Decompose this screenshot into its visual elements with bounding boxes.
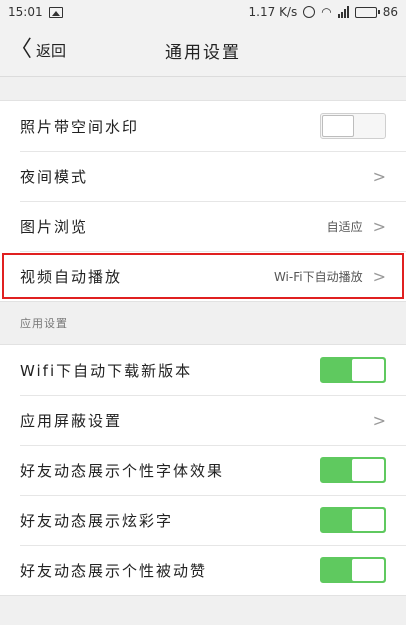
setting-label: 夜间模式 xyxy=(20,167,89,186)
setting-label: 好友动态展示个性字体效果 xyxy=(20,461,225,480)
setting-value: 自适应 xyxy=(326,219,363,234)
back-label: 返回 xyxy=(36,41,67,60)
setting-custom-font[interactable]: 好友动态展示个性字体效果 xyxy=(0,445,406,495)
setting-label: 好友动态展示个性被动赞 xyxy=(20,561,208,580)
image-notification-icon xyxy=(48,6,63,18)
photo-watermark-toggle[interactable] xyxy=(320,113,386,139)
battery-level: 86 xyxy=(382,5,398,19)
chevron-right-icon: > xyxy=(372,266,386,286)
setting-color-text[interactable]: 好友动态展示炫彩字 xyxy=(0,495,406,545)
setting-wifi-auto-download[interactable]: Wifi下自动下载新版本 xyxy=(0,345,406,395)
setting-passive-like[interactable]: 好友动态展示个性被动赞 xyxy=(0,545,406,595)
color-text-toggle[interactable] xyxy=(320,507,386,533)
status-bar: 15:01 1.17 K/s ◠ 86 xyxy=(0,0,406,24)
setting-label: 视频自动播放 xyxy=(20,267,123,286)
setting-app-block[interactable]: 应用屏蔽设置 > xyxy=(0,395,406,445)
row-right: Wi-Fi下自动播放 > xyxy=(274,267,386,286)
setting-label: Wifi下自动下载新版本 xyxy=(20,361,193,380)
status-left: 15:01 xyxy=(8,5,63,19)
spacer xyxy=(0,77,406,100)
settings-group-app: Wifi下自动下载新版本 应用屏蔽设置 > 好友动态展示个性字体效果 好友动态展… xyxy=(0,344,406,596)
setting-label: 好友动态展示炫彩字 xyxy=(20,511,174,530)
chevron-right-icon: > xyxy=(372,410,386,430)
chevron-right-icon: > xyxy=(372,216,386,236)
network-speed: 1.17 K/s xyxy=(248,5,298,19)
setting-image-browsing[interactable]: 图片浏览 自适应 > xyxy=(0,201,406,251)
custom-font-toggle[interactable] xyxy=(320,457,386,483)
signal-icon xyxy=(337,6,349,18)
battery-icon xyxy=(354,6,380,18)
row-right: > xyxy=(373,411,386,430)
back-button[interactable]: 〈 返回 xyxy=(10,24,66,76)
alarm-icon xyxy=(303,6,316,18)
setting-video-autoplay[interactable]: 视频自动播放 Wi-Fi下自动播放 > xyxy=(0,251,406,301)
row-right: 自适应 > xyxy=(327,217,386,236)
wifi-icon: ◠ xyxy=(321,5,332,19)
section-header: 应用设置 xyxy=(0,302,406,344)
setting-label: 图片浏览 xyxy=(20,217,89,236)
wifi-auto-download-toggle[interactable] xyxy=(320,357,386,383)
setting-photo-watermark[interactable]: 照片带空间水印 xyxy=(0,101,406,151)
status-time: 15:01 xyxy=(8,5,43,19)
passive-like-toggle[interactable] xyxy=(320,557,386,583)
status-right: 1.17 K/s ◠ 86 xyxy=(249,5,398,19)
setting-label: 照片带空间水印 xyxy=(20,117,140,136)
setting-label: 应用屏蔽设置 xyxy=(20,411,123,430)
setting-night-mode[interactable]: 夜间模式 > xyxy=(0,151,406,201)
setting-value: Wi-Fi下自动播放 xyxy=(273,269,363,284)
settings-group-general: 照片带空间水印 夜间模式 > 图片浏览 自适应 > 视频自动播放 Wi-Fi下自… xyxy=(0,100,406,302)
row-right: > xyxy=(373,167,386,186)
chevron-right-icon: > xyxy=(372,166,386,186)
nav-bar: 〈 返回 通用设置 xyxy=(0,24,406,77)
chevron-left-icon: 〈 xyxy=(10,37,33,62)
